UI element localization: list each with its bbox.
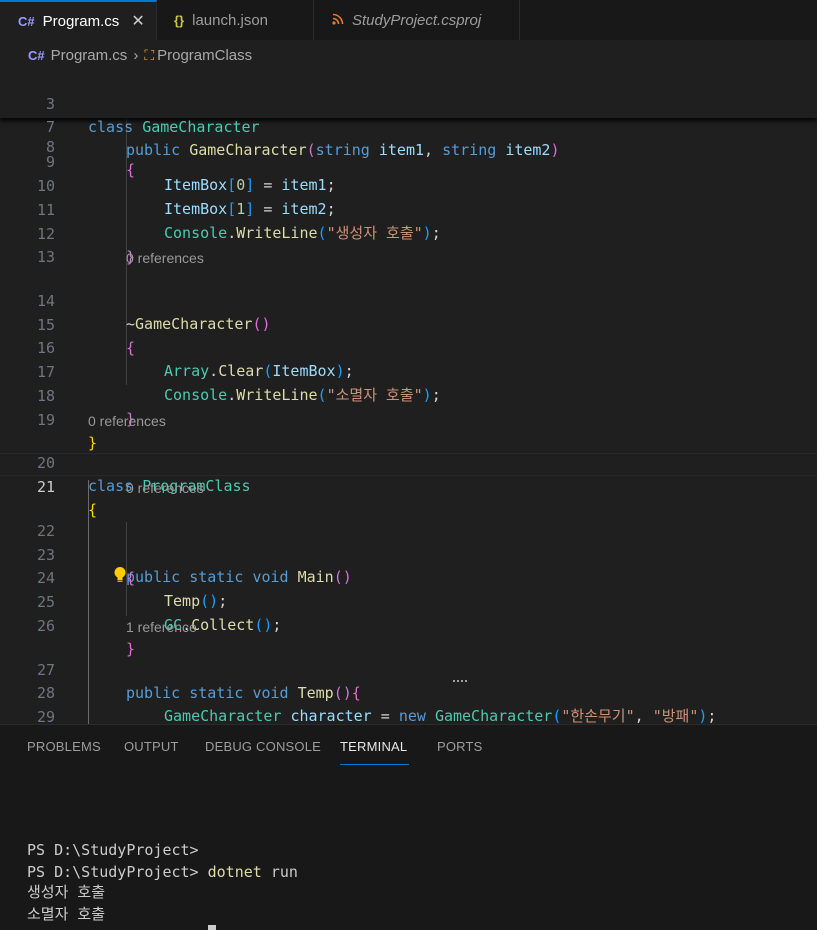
- code-line: 12 }: [0, 200, 817, 266]
- chevron-right-icon: ›: [133, 46, 139, 64]
- tab-program-cs[interactable]: C# Program.cs ✕: [0, 0, 157, 40]
- tab-launch-json[interactable]: {} launch.json: [157, 0, 314, 40]
- breadcrumb: C# Program.cs › ⛶ ProgramClass: [0, 40, 817, 70]
- code-token: Collect: [191, 616, 255, 634]
- terminal-line: PS D:\StudyProject>: [27, 841, 199, 859]
- code-line: 13: [0, 223, 817, 266]
- tab-terminal[interactable]: TERMINAL: [340, 725, 409, 765]
- code-token: public: [126, 141, 181, 159]
- tab-ports[interactable]: PORTS: [437, 725, 483, 765]
- code-line: 26 }: [0, 592, 817, 658]
- terminal-output: 소멸자 호출: [27, 905, 106, 923]
- sticky-line[interactable]: 3 class GameCharacter: [0, 70, 817, 136]
- bottom-panel: PROBLEMS OUTPUT DEBUG CONSOLE TERMINAL P…: [0, 724, 817, 930]
- code-line: 27 public static void Temp(){: [0, 636, 817, 702]
- terminal-output: 생성자 호출: [27, 883, 106, 901]
- codelens-references[interactable]: 0 references: [126, 478, 204, 498]
- code-token: GameCharacter: [189, 141, 307, 159]
- csharp-file-icon: C#: [28, 47, 45, 63]
- code-line: 29 }: [0, 683, 817, 724]
- editor-tab-bar: C# Program.cs ✕ {} launch.json StudyProj…: [0, 0, 817, 40]
- terminal-line: PS D:\StudyProject> dotnet run: [27, 862, 298, 883]
- codelens-references[interactable]: 0 references: [126, 248, 204, 268]
- code-line: 11 Console.WriteLine("생성자 호출");: [0, 176, 817, 242]
- code-token: string: [315, 141, 370, 159]
- code-token: GameCharacter: [142, 118, 260, 136]
- code-line: 25 GC.Collect();: [0, 568, 817, 634]
- code-line: 22 public static void Main(): [0, 497, 817, 586]
- line-number: 26: [36, 617, 55, 635]
- tab-studyproject-csproj[interactable]: StudyProject.csproj: [314, 0, 520, 40]
- code-token: class: [88, 118, 134, 136]
- tab-label: launch.json: [192, 11, 269, 29]
- line-number: 13: [36, 248, 55, 266]
- code-token: item2: [505, 141, 551, 159]
- code-line: 24 Temp();: [0, 544, 817, 610]
- tab-output[interactable]: OUTPUT: [124, 725, 179, 765]
- code-line: 21 {: [0, 453, 817, 519]
- breadcrumb-symbol[interactable]: ProgramClass: [157, 47, 252, 64]
- code-token: item1: [378, 141, 425, 159]
- rss-icon: [332, 13, 344, 28]
- code-line: 16 Array.Clear(ItemBox);: [0, 314, 817, 380]
- code-line: 20 class ProgramClass: [0, 429, 817, 495]
- tab-debug-console[interactable]: DEBUG CONSOLE: [205, 725, 321, 765]
- tab-label: StudyProject.csproj: [352, 11, 482, 29]
- code-line: 18 }: [0, 362, 817, 428]
- code-line: 15 {: [0, 291, 817, 357]
- line-number: 7: [45, 118, 55, 136]
- terminal-command: dotnet: [207, 863, 262, 881]
- terminal-command-arg: run: [270, 863, 298, 881]
- code-line: 17 Console.WriteLine("소멸자 호출");: [0, 338, 817, 404]
- codelens-references[interactable]: 1 reference: [126, 617, 197, 637]
- hint-squiggle: [453, 677, 467, 682]
- code-line: 19 }: [0, 386, 817, 452]
- line-number: 21: [36, 478, 55, 496]
- code-line: 30 }: [0, 707, 817, 724]
- terminal-prompt: PS D:\StudyProject>: [27, 863, 199, 881]
- code-token: string: [442, 141, 497, 159]
- tab-problems[interactable]: PROBLEMS: [27, 725, 101, 765]
- breadcrumb-file[interactable]: Program.cs: [51, 47, 128, 64]
- codelens-references[interactable]: 0 references: [88, 411, 166, 431]
- tab-label: Program.cs: [42, 12, 120, 30]
- csharp-file-icon: C#: [18, 13, 35, 29]
- code-line: 14 ~GameCharacter(): [0, 267, 817, 333]
- code-line: 23 {: [0, 521, 817, 587]
- code-editor[interactable]: 8 { 9 ItemBox[0] = item1; 10 ItemBox[1] …: [0, 70, 817, 724]
- json-file-icon: {}: [174, 12, 185, 28]
- sticky-line[interactable]: 7 public GameCharacter(string item1, str…: [0, 93, 817, 159]
- code-line: 28 GameCharacter character = new GameCha…: [0, 659, 817, 724]
- close-icon[interactable]: ✕: [131, 11, 144, 31]
- class-symbol-icon: ⛶: [144, 46, 155, 63]
- terminal-cursor: [208, 925, 216, 930]
- sticky-scroll-header[interactable]: 3 class GameCharacter 7 public GameChara…: [0, 70, 817, 159]
